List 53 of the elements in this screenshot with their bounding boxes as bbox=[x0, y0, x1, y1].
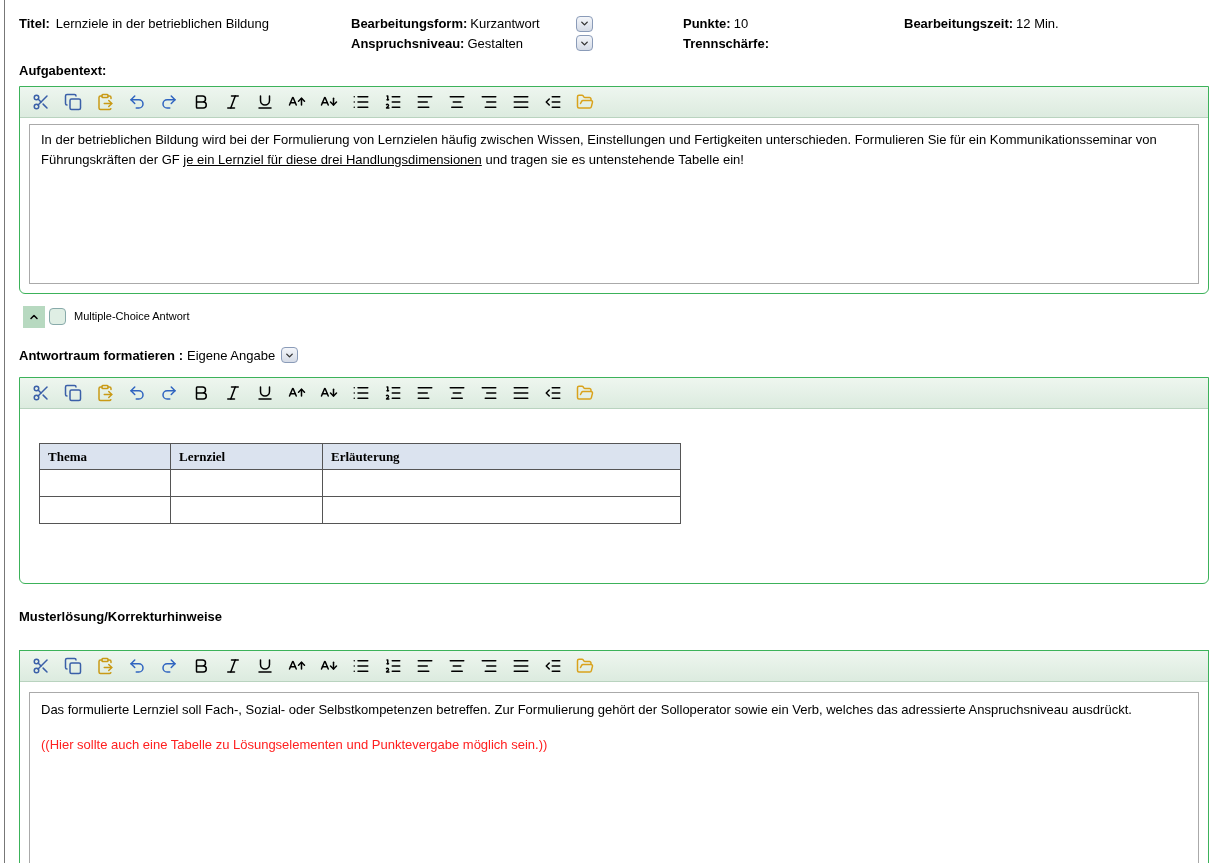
text-area[interactable] bbox=[29, 691, 1199, 863]
table-cell[interactable] bbox=[170, 496, 323, 524]
checkbox[interactable] bbox=[49, 308, 66, 325]
field-label: Musterlösung/Korrekturhinweise bbox=[19, 609, 222, 624]
dropdown-button[interactable] bbox=[281, 347, 299, 364]
checkbox-label: Multiple-Choice Antwort bbox=[74, 309, 190, 325]
numbered-list-icon[interactable] bbox=[383, 383, 402, 403]
field-value: Gestalten bbox=[467, 34, 524, 53]
collapse-button[interactable] bbox=[23, 305, 45, 328]
field-value: Lernziele in der betrieblichen Bildung bbox=[55, 15, 270, 33]
solution-text: Das formulierte Lernziel soll Fach-, Sozial- oder Selbstkompetenzen betreffen. Zur Formulierung gehört der Solloperator sowie ein Verb, welches das adressierte Anspruchsniveau ausdrückt. bbox=[41, 700, 1133, 719]
task-text: In der betrieblichen Bildung wird bei der Formulierung von Lernzielen häufig zwischen Wissen, Einstellungen und Fertigkeiten unterschieden. Formulieren Sie für ein Kommunikationsseminar von Führungskräften der GF je ein Lernziel für diese drei Handlungsdimensionen und tragen sie es untenstehende Tabelle ein! bbox=[41, 130, 1158, 169]
undo-icon[interactable] bbox=[127, 656, 146, 675]
table-cell[interactable] bbox=[170, 469, 323, 497]
table-cell[interactable] bbox=[322, 496, 681, 524]
dropdown-button[interactable] bbox=[576, 15, 593, 32]
underline-icon[interactable] bbox=[255, 656, 274, 675]
table-header-cell: Erläuterung bbox=[322, 443, 681, 470]
text-area[interactable] bbox=[29, 123, 1199, 284]
table-cell[interactable] bbox=[39, 469, 171, 497]
cut-icon[interactable] bbox=[31, 383, 50, 403]
table-header-cell: Lernziel bbox=[170, 443, 323, 470]
copy-icon[interactable] bbox=[63, 92, 82, 111]
numbered-list-icon[interactable] bbox=[383, 656, 402, 675]
field-label: Punkte: bbox=[683, 15, 731, 33]
field-label: Titel: bbox=[19, 15, 50, 33]
dropdown-button[interactable] bbox=[576, 35, 593, 52]
field-label: Anspruchsniveau: bbox=[351, 34, 465, 53]
undo-icon[interactable] bbox=[127, 92, 146, 111]
field-value: Eigene Angabe bbox=[186, 346, 276, 365]
cut-icon[interactable] bbox=[31, 92, 50, 111]
redo-icon[interactable] bbox=[159, 656, 178, 675]
table-cell[interactable] bbox=[322, 469, 681, 497]
field-label: Aufgabentext: bbox=[19, 63, 107, 78]
copy-icon[interactable] bbox=[63, 383, 82, 403]
redo-icon[interactable] bbox=[159, 92, 178, 111]
table-cell[interactable] bbox=[39, 496, 171, 524]
field-label: Trennschärfe: bbox=[683, 35, 769, 51]
copy-icon[interactable] bbox=[63, 656, 82, 675]
field-value: Kurzantwort bbox=[470, 15, 540, 33]
cut-icon[interactable] bbox=[31, 656, 50, 675]
field-label: Antwortraum formatieren : bbox=[19, 346, 183, 365]
undo-icon[interactable] bbox=[127, 383, 146, 403]
field-value: 10 bbox=[733, 15, 749, 33]
table-header-cell: Thema bbox=[39, 443, 171, 470]
remark-text: ((Hier sollte auch eine Tabelle zu Lösungselementen und Punktevergabe möglich sein.)) bbox=[41, 735, 549, 754]
field-label: Bearbeitungsform: bbox=[351, 15, 468, 33]
underline-icon[interactable] bbox=[255, 92, 274, 111]
field-value: 12 Min. bbox=[1016, 15, 1059, 33]
numbered-list-icon[interactable] bbox=[383, 92, 402, 111]
field-label: Bearbeitungszeit: bbox=[904, 15, 1014, 33]
underline-icon[interactable] bbox=[255, 383, 274, 403]
redo-icon[interactable] bbox=[159, 383, 178, 403]
